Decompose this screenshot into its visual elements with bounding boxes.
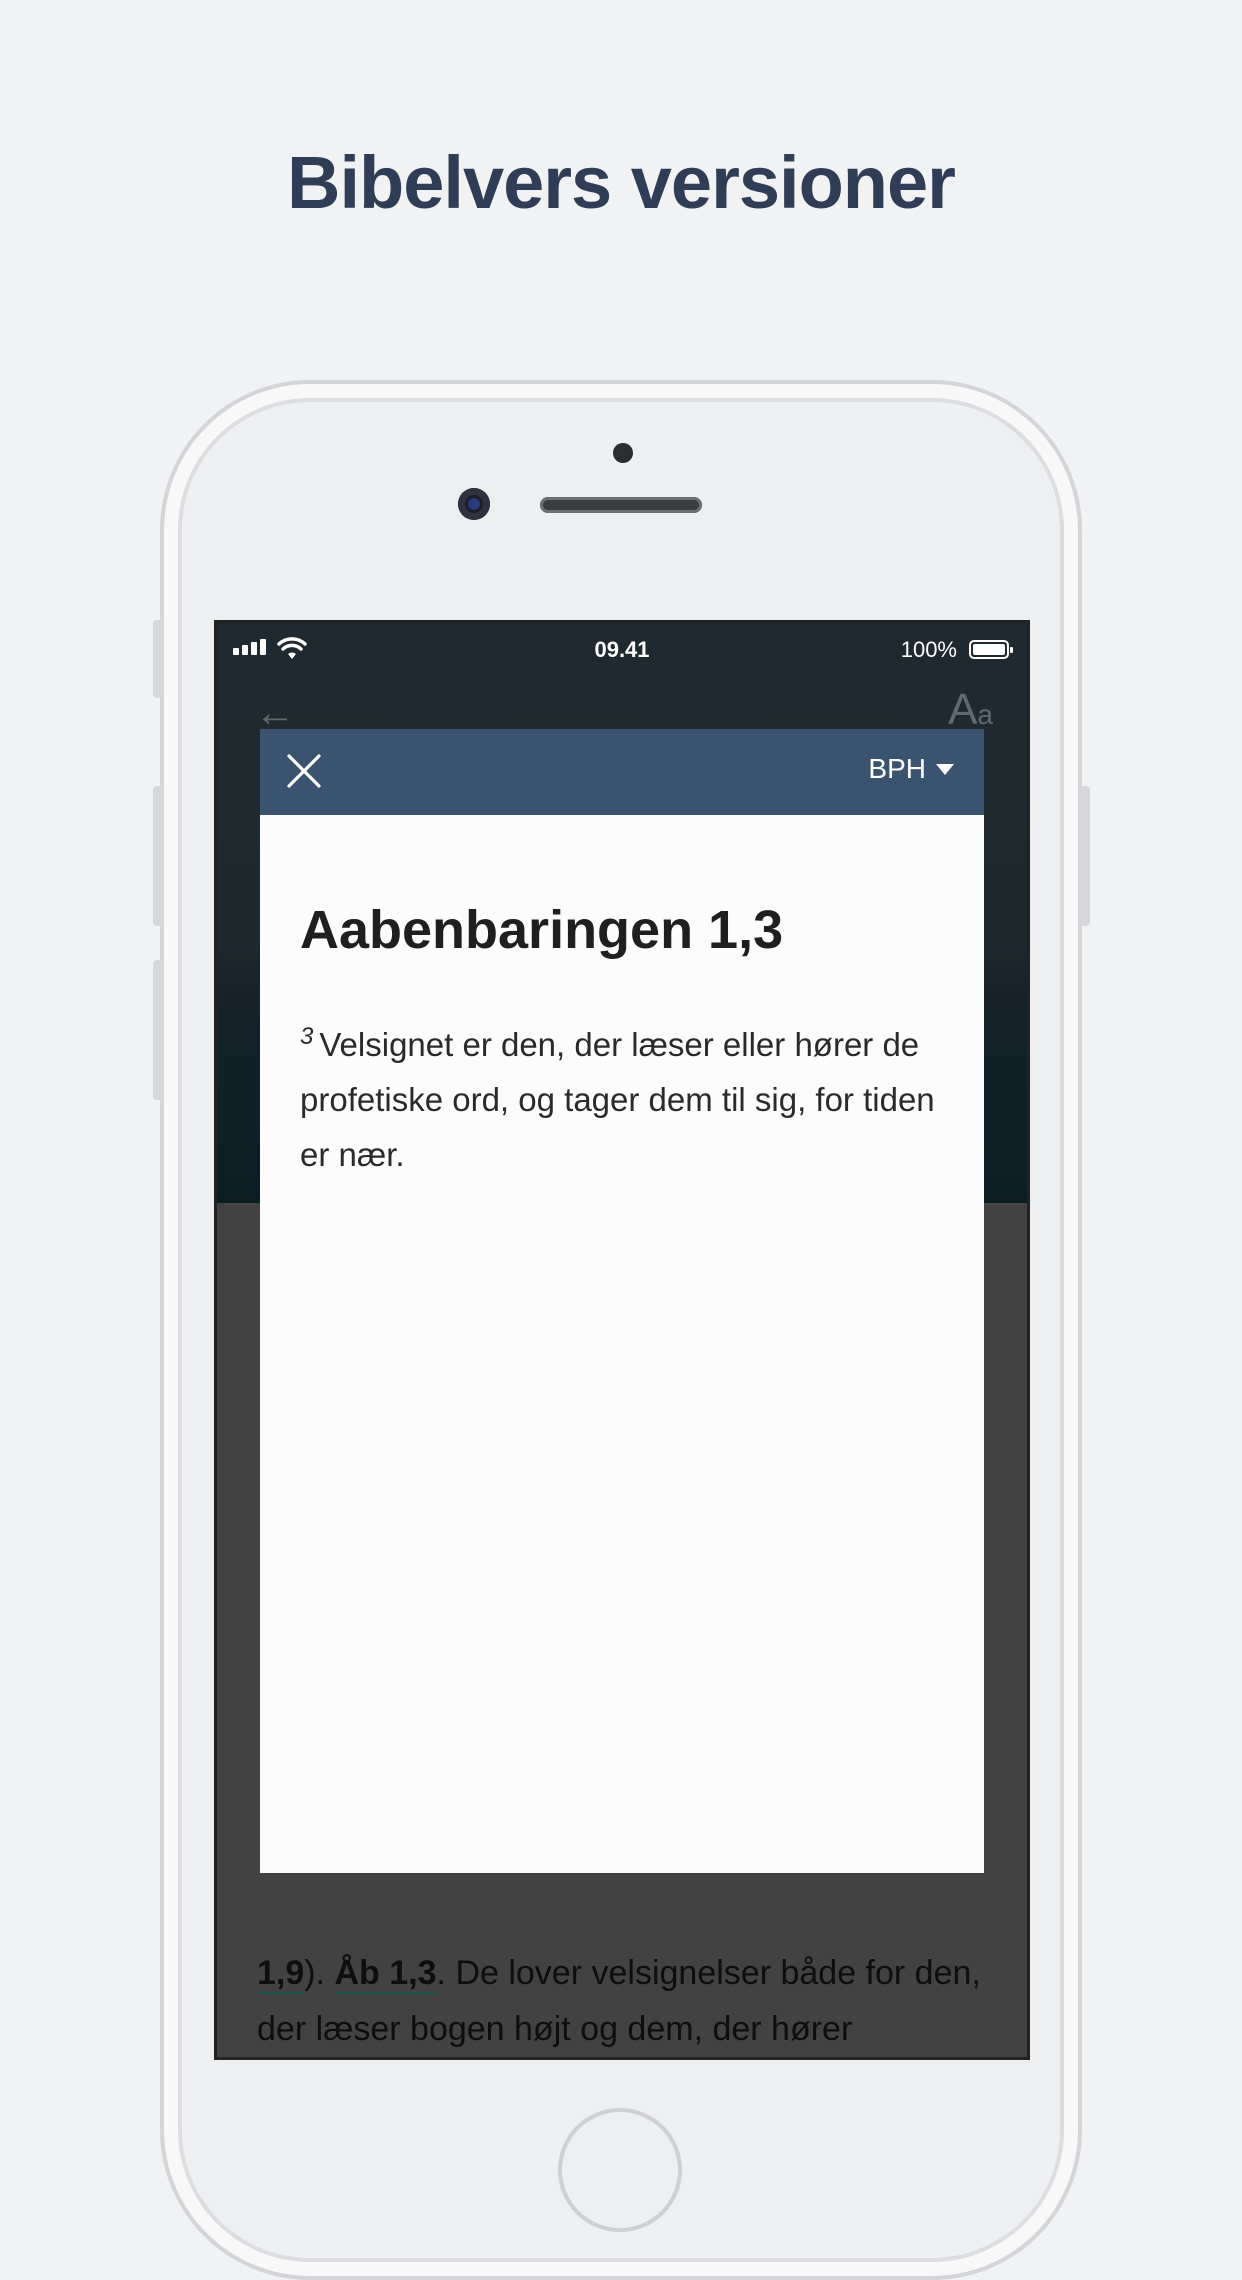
- font-size-icon[interactable]: Aa: [948, 685, 993, 735]
- battery-icon: [969, 640, 1013, 659]
- front-camera: [458, 488, 490, 520]
- font-icon-large-letter: A: [948, 685, 978, 734]
- bible-version-label: BPH: [868, 753, 926, 784]
- volume-down-button: [153, 960, 163, 1100]
- font-icon-small-letter: a: [977, 699, 993, 730]
- page-headline: Bibelvers versioner: [287, 141, 956, 224]
- mute-switch: [153, 620, 163, 698]
- passage-title: Aabenbaringen 1,3: [300, 900, 784, 960]
- caret-down-icon: [936, 763, 954, 775]
- earpiece-speaker: [540, 497, 702, 513]
- verse-text-block: 3 Velsignet er den, der læser eller hører…: [300, 1009, 940, 1182]
- phone-screen: 1,9). Åb 1,3. De lover velsignelser både…: [214, 620, 1030, 2060]
- battery-percent: 100%: [900, 637, 957, 662]
- verse-text: Velsignet er den, der læser eller hører …: [300, 1026, 935, 1173]
- power-button: [1080, 786, 1090, 926]
- proximity-sensor: [613, 443, 633, 463]
- home-button[interactable]: [558, 2108, 682, 2232]
- status-bar: 09.41 100%: [217, 623, 1027, 677]
- close-icon[interactable]: [286, 753, 322, 789]
- bible-version-dropdown[interactable]: BPH: [868, 753, 954, 785]
- verse-modal: BPH Aabenbaringen 1,3 3 Velsignet er den,…: [260, 729, 984, 1873]
- modal-header: BPH: [260, 729, 984, 815]
- volume-up-button: [153, 786, 163, 926]
- verse-number: 3: [300, 1023, 314, 1050]
